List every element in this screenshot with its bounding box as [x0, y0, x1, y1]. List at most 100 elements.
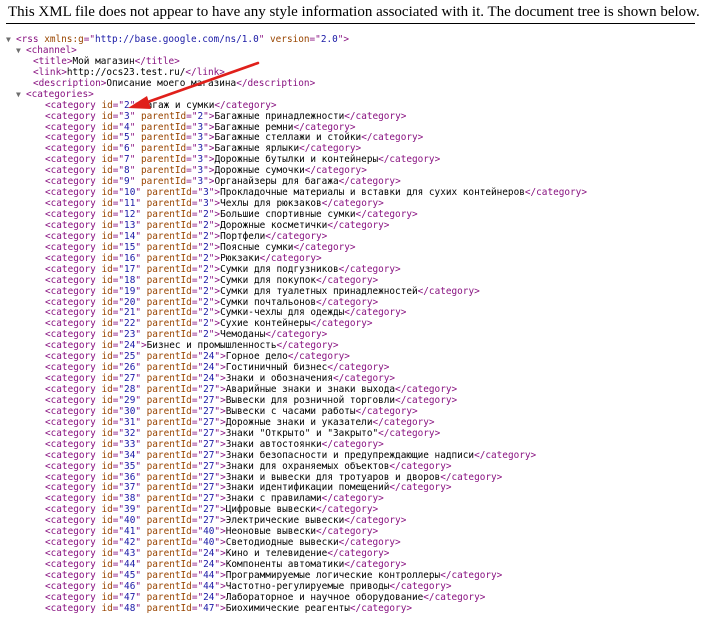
xml-attr-name: id: [95, 471, 113, 483]
category-name: Знаки для охраняемых объектов: [225, 460, 390, 472]
xml-attr-value: 32: [124, 427, 136, 439]
xml-attr-value: 3: [197, 121, 204, 133]
xml-attr-name: parentId: [141, 449, 192, 461]
xml-attr-value: 39: [124, 504, 136, 516]
category-name: Дорожные бутылки и контейнеры: [214, 154, 379, 166]
xml-attr-name: id: [95, 548, 113, 560]
xml-attr-value: 3: [197, 176, 204, 188]
xml-attr-name: id: [95, 493, 113, 505]
category-name: Багажные ремни: [214, 121, 294, 133]
category-name: Вывески для розничной торговли: [225, 394, 396, 406]
xml-attr-value: 2.0: [320, 34, 338, 45]
xml-attr-value: 2: [203, 252, 209, 264]
xml-attr-value: 7: [124, 154, 130, 166]
category-name: Прокладочные материалы и вставки для сух…: [220, 187, 525, 199]
category-name: Сумки для покупок: [220, 274, 317, 286]
xml-attr-value: 29: [124, 394, 136, 406]
category-name: Знаки безопасности и предупреждающие над…: [225, 449, 475, 461]
xml-attr-value: 2: [203, 296, 209, 308]
xml-attr-value: 27: [203, 384, 215, 395]
xml-attr-name: parentId: [141, 493, 192, 505]
xml-attr-value: 28: [124, 384, 136, 395]
xml-attr-name: parentId: [141, 351, 192, 363]
xml-attr-name: id: [95, 263, 113, 275]
xml-attr-name: id: [95, 394, 113, 406]
xml-attr-name: id: [95, 438, 113, 450]
xml-attr-name: id: [95, 416, 113, 428]
rss-open-tag[interactable]: ▼ <rss xmlns:g="http://base.google.com/ns…: [0, 34, 703, 46]
xml-attr-value: 47: [203, 602, 215, 614]
xml-attr-value: 44: [124, 559, 136, 570]
collapse-triangle-icon[interactable]: ▼: [16, 46, 26, 57]
category-name: Знаки и вывески для тротуаров и дворов: [225, 471, 441, 483]
xml-attr-name: id: [95, 515, 113, 527]
xml-attr-name: id: [95, 121, 113, 133]
xml-attr-value: 24: [203, 351, 215, 363]
xml-attr-name: parentId: [141, 329, 192, 341]
xml-attr-name: id: [95, 241, 113, 253]
collapse-triangle-icon[interactable]: ▼: [16, 90, 26, 101]
xml-attr-value: 17: [124, 263, 136, 275]
xml-attr-name: parentId: [141, 504, 192, 516]
category-name: Чемоданы: [220, 329, 266, 341]
xml-attr-value: 3: [197, 154, 204, 166]
category-name: Багажные ярлыки: [214, 143, 300, 155]
xml-attr-value: 27: [124, 373, 136, 385]
channel-title-text: Мой магазин: [72, 55, 135, 67]
xml-attr-name: id: [95, 580, 113, 592]
xml-attr-name: parentId: [141, 274, 192, 286]
category-name: Багажные стеллажи и стойки: [214, 132, 362, 144]
xml-attr-name: xmlns:g: [38, 34, 84, 45]
category-name: Компоненты автоматики: [225, 559, 345, 570]
xml-attr-name: parentId: [135, 121, 187, 133]
xml-attr-value: 26: [124, 362, 136, 374]
category-name: Горное дело: [225, 351, 288, 363]
xml-attr-value: 24: [124, 340, 136, 352]
xml-attr-value: 36: [124, 471, 136, 483]
xml-attr-name: id: [95, 176, 113, 188]
xml-attr-value: 2: [203, 230, 209, 242]
collapse-triangle-icon[interactable]: ▼: [6, 35, 16, 46]
xml-attr-value: 2: [203, 307, 209, 319]
category-name: Органайзеры для багажа: [214, 176, 339, 188]
xml-attr-value: 4: [124, 121, 130, 133]
xml-attr-value: 2: [197, 110, 204, 122]
xml-attr-value: 27: [203, 482, 215, 494]
xml-attr-value: 3: [124, 110, 130, 122]
category-name: Багажные принадлежности: [214, 110, 345, 122]
xml-attr-name: parentId: [141, 515, 192, 527]
xml-attr-value: 2: [203, 241, 209, 253]
category-name: Знаки и обозначения: [225, 373, 333, 385]
xml-attr-name: id: [95, 209, 113, 220]
xml-attr-value: 27: [203, 471, 215, 483]
xml-attr-value: 27: [203, 416, 215, 428]
xml-attr-value: 2: [203, 263, 209, 275]
xml-attr-value: 3: [197, 132, 204, 144]
category-name: Биохимические реагенты: [225, 602, 350, 614]
xml-attr-value: 27: [203, 515, 215, 527]
category-name: Знаки "Открыто" и "Закрыто": [225, 427, 379, 439]
xml-attr-name: id: [95, 362, 113, 374]
category-name: Программируемые логические контроллеры: [225, 569, 441, 581]
xml-attr-value: 27: [203, 504, 215, 516]
xml-attr-value: 11: [124, 198, 136, 210]
xml-attr-name: parentId: [141, 219, 192, 231]
xml-attr-value: 27: [203, 449, 215, 461]
xml-attr-name: parentId: [141, 559, 192, 570]
xml-attr-value: 2: [203, 318, 209, 330]
xml-attr-name: id: [95, 559, 113, 570]
xml-attr-value: 8: [124, 165, 130, 177]
category-name: Дорожные знаки и указатели: [225, 416, 373, 428]
category-name: Частотно-регулируемые приводы: [225, 580, 390, 592]
xml-attr-value: 22: [124, 318, 136, 330]
xml-attr-value: 3: [203, 187, 209, 199]
xml-attr-value: 37: [124, 482, 136, 494]
channel-description-text: Описание моего магазина: [106, 77, 237, 89]
xml-document-tree: ▼ <rss xmlns:g="http://base.google.com/ns…: [0, 24, 703, 615]
xml-attr-name: id: [95, 307, 113, 319]
category-name: Кино и телевидение: [225, 548, 328, 560]
xml-attr-value: 2: [203, 219, 209, 231]
channel-link-text: http://ocs23.test.ru/: [66, 66, 186, 78]
xml-attr-value: 30: [124, 405, 136, 417]
xml-attr-value: 3: [197, 165, 204, 177]
